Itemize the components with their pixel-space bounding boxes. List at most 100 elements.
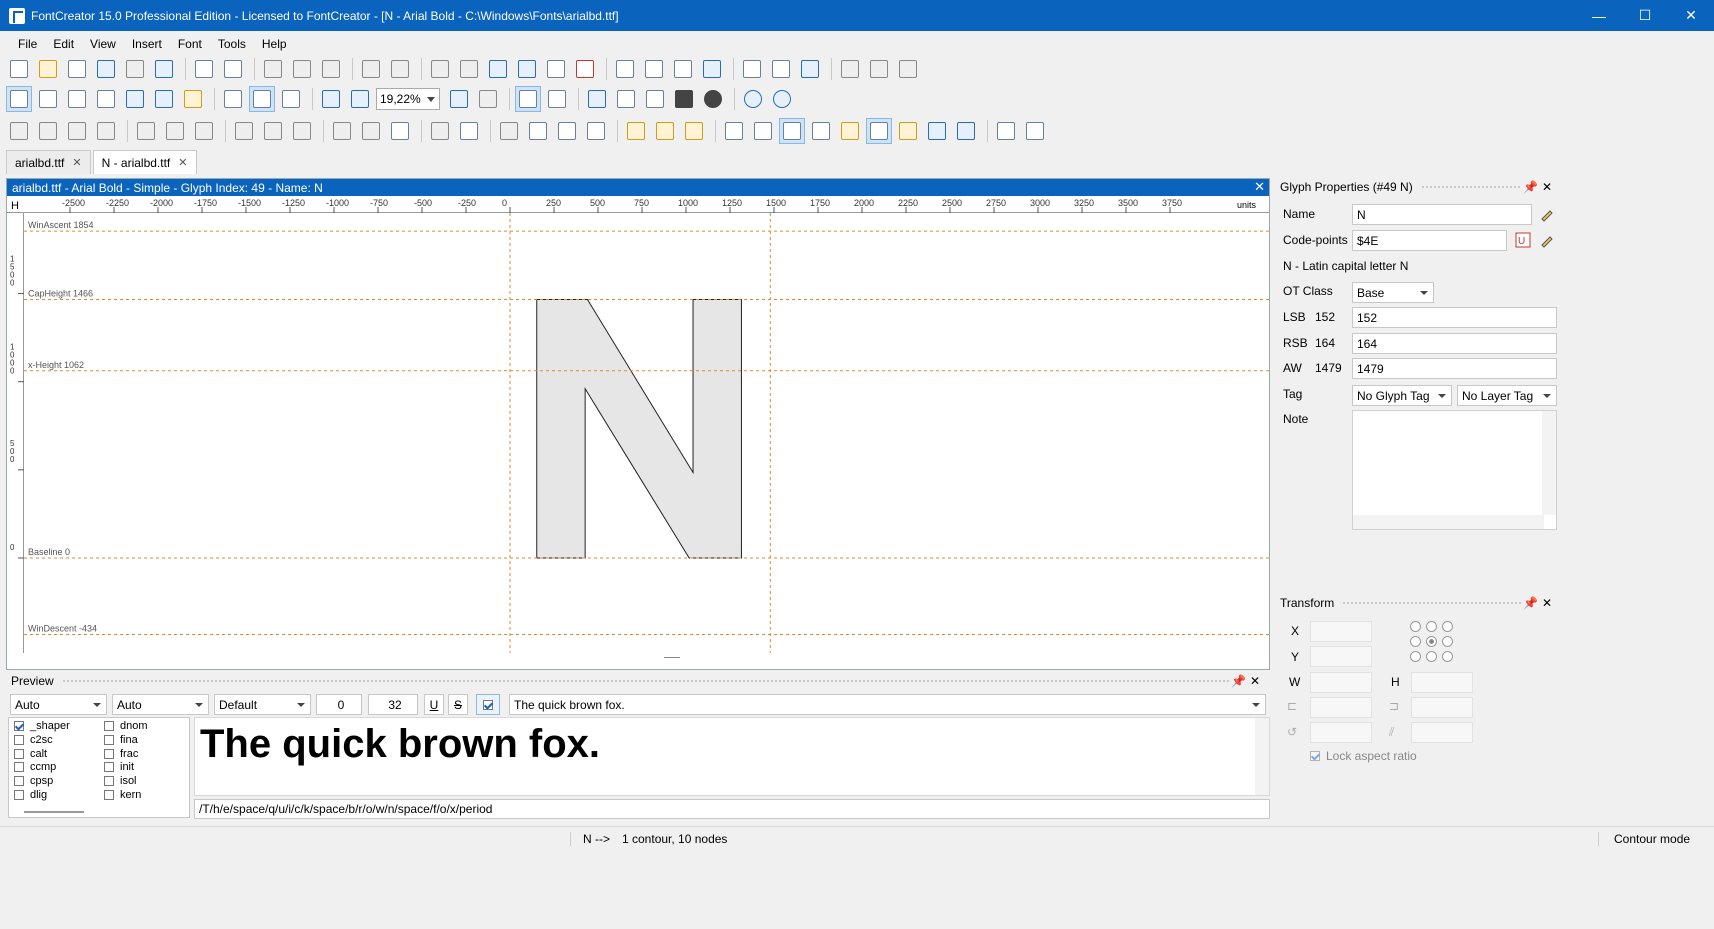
zoom-out-icon[interactable] <box>347 86 373 112</box>
save-all-icon[interactable] <box>122 56 148 82</box>
splitter-grip[interactable] <box>664 657 680 658</box>
close-panel-icon[interactable]: ✕ <box>1542 596 1556 610</box>
install-font-icon[interactable] <box>797 56 823 82</box>
pen-icon[interactable] <box>151 86 177 112</box>
lock-guides-icon[interactable] <box>837 118 863 144</box>
horizontal-guides-icon[interactable] <box>779 118 805 144</box>
zoom-level-dropdown[interactable]: 19,22% <box>376 88 440 110</box>
group-icon[interactable] <box>64 118 90 144</box>
pin-icon[interactable]: 📌 <box>1523 596 1542 610</box>
note-textarea[interactable] <box>1352 410 1557 530</box>
align-right-icon[interactable] <box>191 118 217 144</box>
align-bottom-icon[interactable] <box>289 118 315 144</box>
find-icon[interactable] <box>220 56 246 82</box>
apply-features-checkbox-button[interactable] <box>476 694 500 715</box>
edit-codepoints-icon[interactable] <box>1539 232 1555 248</box>
copy-icon[interactable] <box>289 56 315 82</box>
text-tool-icon[interactable] <box>670 56 696 82</box>
menu-file[interactable]: File <box>10 37 45 51</box>
font-view-icon[interactable] <box>278 86 304 112</box>
language-dropdown[interactable]: Auto <box>112 694 209 715</box>
export-icon[interactable] <box>895 56 921 82</box>
text-insert-icon[interactable] <box>93 86 119 112</box>
lasso-select-icon[interactable] <box>35 86 61 112</box>
pin-icon[interactable]: 📌 <box>1231 674 1250 688</box>
rectangle-shape-icon[interactable] <box>671 86 697 112</box>
hint-icon[interactable] <box>993 118 1019 144</box>
menu-tools[interactable]: Tools <box>210 37 254 51</box>
lock-vertical-icon[interactable] <box>895 118 921 144</box>
grid-snap-icon[interactable] <box>1022 118 1048 144</box>
open-installed-font-icon[interactable] <box>64 56 90 82</box>
image-icon[interactable] <box>584 86 610 112</box>
skew-icon[interactable] <box>583 118 609 144</box>
maximize-button[interactable]: ☐ <box>1622 0 1668 31</box>
unicode-icon[interactable]: U <box>1515 232 1531 248</box>
feature-item-dnom[interactable]: dnom <box>104 720 148 732</box>
feature-checkbox[interactable] <box>104 748 114 759</box>
validate-icon[interactable] <box>699 56 725 82</box>
rsb-field[interactable]: 164 <box>1352 333 1557 354</box>
minimize-button[interactable]: — <box>1576 0 1622 31</box>
pencil-icon[interactable] <box>613 86 639 112</box>
script-dropdown[interactable]: Auto <box>10 694 107 715</box>
feature-checkbox[interactable] <box>14 790 24 800</box>
properties-icon[interactable] <box>612 56 638 82</box>
print-icon[interactable] <box>191 56 217 82</box>
opentype-features-list[interactable]: _shaper c2sc calt ccmp cpsp dlig dnom fina frac… <box>8 717 190 818</box>
next-glyph-icon[interactable] <box>769 86 795 112</box>
skew-v-field[interactable] <box>1411 697 1473 718</box>
feature-checkbox[interactable] <box>104 790 114 800</box>
import-icon[interactable] <box>866 56 892 82</box>
feature-item-ccmp[interactable]: ccmp <box>14 761 56 773</box>
unlink-icon[interactable] <box>514 56 540 82</box>
strikethrough-button[interactable]: S <box>448 694 468 715</box>
edit-name-icon[interactable] <box>1539 206 1555 222</box>
tab-arialbd[interactable]: arialbd.ttf ✕ <box>6 150 91 174</box>
flip-icon[interactable] <box>456 118 482 144</box>
intersect-icon[interactable] <box>652 118 678 144</box>
ellipse-shape-icon[interactable] <box>700 86 726 112</box>
feature-checkbox[interactable] <box>104 762 114 773</box>
y-field[interactable] <box>1310 646 1372 667</box>
rectangle-select-icon[interactable] <box>6 86 32 112</box>
feature-item-init[interactable]: init <box>104 761 134 773</box>
rotate-icon[interactable] <box>427 118 453 144</box>
vertical-ruler[interactable]: 1500 1000 500 0 <box>7 213 24 653</box>
combine-icon[interactable] <box>6 118 32 144</box>
zoom-in-icon[interactable] <box>318 86 344 112</box>
eraser-icon[interactable] <box>572 56 598 82</box>
pointer-tool-icon[interactable] <box>515 86 541 112</box>
glyph-list-icon[interactable] <box>641 56 667 82</box>
w-field[interactable] <box>1310 672 1372 693</box>
function-icon[interactable] <box>543 56 569 82</box>
features-scrollbar[interactable] <box>24 811 84 813</box>
measure-icon[interactable] <box>122 86 148 112</box>
new-glyph-icon[interactable] <box>837 56 863 82</box>
union-icon[interactable] <box>623 118 649 144</box>
brush-icon[interactable] <box>642 86 668 112</box>
align-top-icon[interactable] <box>231 118 257 144</box>
grid-icon[interactable] <box>721 118 747 144</box>
open-font-icon[interactable] <box>35 56 61 82</box>
name-field[interactable]: N <box>1352 204 1532 225</box>
zoom-fit-icon[interactable] <box>446 86 472 112</box>
close-panel-icon[interactable]: ✕ <box>1250 674 1264 688</box>
feature-checkbox[interactable] <box>14 734 24 745</box>
feature-item-shaper[interactable]: _shaper <box>14 720 70 732</box>
close-window-button[interactable]: ✕ <box>1668 0 1714 31</box>
vertical-guides-icon[interactable] <box>866 118 892 144</box>
subtract-icon[interactable] <box>681 118 707 144</box>
lsb-field[interactable]: 152 <box>1352 307 1557 328</box>
distribute-v-icon[interactable] <box>358 118 384 144</box>
feature-item-frac[interactable]: frac <box>104 748 138 760</box>
lock-aspect-ratio[interactable]: Lock aspect ratio <box>1310 749 1417 763</box>
glyph-tag-dropdown[interactable]: No Glyph Tag <box>1352 385 1452 406</box>
save-icon[interactable] <box>93 56 119 82</box>
feature-checkbox[interactable] <box>104 734 114 745</box>
lock-anchor-icon[interactable] <box>953 118 979 144</box>
aw-field[interactable]: 1479 <box>1352 358 1557 379</box>
feature-checkbox[interactable] <box>14 721 24 731</box>
feature-checkbox[interactable] <box>104 721 114 731</box>
hand-pan-icon[interactable] <box>64 86 90 112</box>
